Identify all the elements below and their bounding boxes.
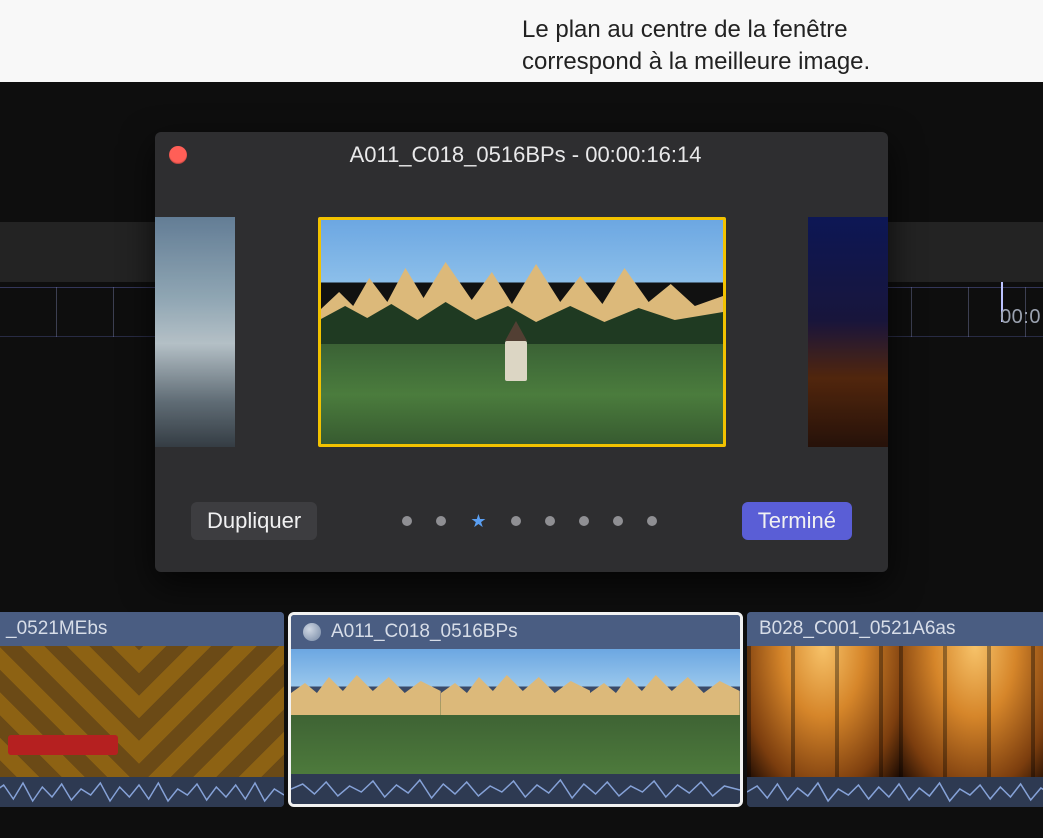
- thumbnail-icon: [321, 220, 723, 444]
- pager-dot[interactable]: [579, 516, 589, 526]
- annotation-text: Le plan au centre de la fenêtrecorrespon…: [522, 14, 870, 79]
- clip-header: _0521MEbs: [0, 612, 284, 646]
- audio-waveform: [0, 777, 284, 807]
- audition-popup-window: A011_C018_0516BPs - 00:00:16:14: [155, 132, 888, 572]
- pager-dot[interactable]: [647, 516, 657, 526]
- popup-titlebar[interactable]: A011_C018_0516BPs - 00:00:16:14: [155, 132, 888, 178]
- audio-waveform: [747, 777, 1043, 807]
- timeline-clip[interactable]: B028_C001_0521A6as: [747, 612, 1043, 807]
- timeline-clip-selected[interactable]: A011_C018_0516BPs: [288, 612, 743, 807]
- clip-label: A011_C018_0516BPs: [331, 621, 518, 643]
- pager-dot[interactable]: [436, 516, 446, 526]
- carousel-prev-thumb[interactable]: [155, 217, 235, 447]
- popup-footer: Dupliquer ★ Terminé: [155, 486, 888, 556]
- popup-title: A011_C018_0516BPs - 00:00:16:14: [201, 142, 850, 168]
- done-button[interactable]: Terminé: [742, 502, 852, 540]
- pager-star-icon[interactable]: ★: [470, 512, 486, 530]
- thumbnail-icon: [139, 646, 284, 777]
- thumbnail-icon: [808, 217, 888, 447]
- carousel-next-thumb[interactable]: [808, 217, 888, 447]
- clip-header: A011_C018_0516BPs: [291, 615, 740, 649]
- pager-dot[interactable]: [402, 516, 412, 526]
- pager-dot[interactable]: [613, 516, 623, 526]
- pager-dots[interactable]: ★: [347, 512, 712, 530]
- thumbnail-icon: [0, 646, 139, 777]
- thumbnail-icon: [747, 646, 899, 777]
- audition-icon: [303, 623, 321, 641]
- clip-header: B028_C001_0521A6as: [747, 612, 1043, 646]
- carousel-selected-frame[interactable]: [318, 217, 726, 447]
- audio-waveform: [291, 774, 740, 804]
- thumbnail-icon: [441, 649, 591, 774]
- thumbnail-icon: [590, 649, 740, 774]
- timeline-clip[interactable]: _0521MEbs: [0, 612, 284, 807]
- close-icon[interactable]: [169, 146, 187, 164]
- duplicate-button[interactable]: Dupliquer: [191, 502, 317, 540]
- thumbnail-icon: [899, 646, 1043, 777]
- pager-dot[interactable]: [545, 516, 555, 526]
- thumbnail-icon: [155, 217, 235, 447]
- clip-label: B028_C001_0521A6as: [759, 618, 956, 640]
- pager-dot[interactable]: [511, 516, 521, 526]
- clip-label: _0521MEbs: [6, 618, 107, 640]
- ruler-time-label: 00:0: [1000, 306, 1041, 329]
- video-editor-viewport: 00:0 A011_C018_0516BPs - 00:00:16:14: [0, 82, 1043, 838]
- timeline-clips-row[interactable]: _0521MEbs A011_C018_0516BPs: [0, 612, 1043, 807]
- clip-carousel[interactable]: [155, 178, 888, 486]
- thumbnail-icon: [291, 649, 441, 774]
